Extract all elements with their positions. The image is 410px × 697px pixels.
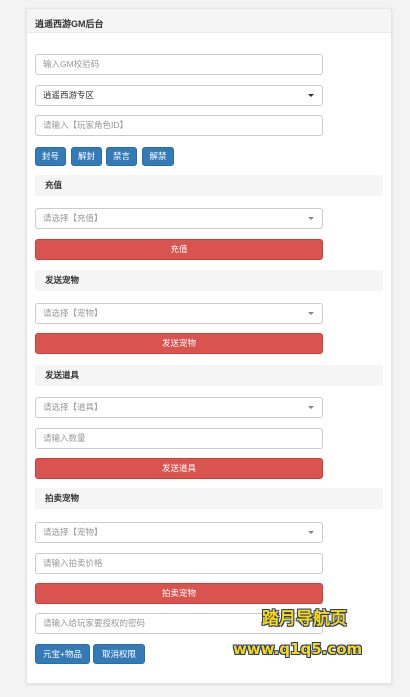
auction-pet-select[interactable]: 请选择【宠物】 xyxy=(35,522,323,543)
unmute-button[interactable]: 解禁 xyxy=(142,147,174,166)
mute-button[interactable]: 禁言 xyxy=(106,147,137,166)
recharge-select-placeholder: 请选择【充值】 xyxy=(43,213,103,223)
send-item-select[interactable]: 请选择【道具】 xyxy=(35,397,323,418)
recharge-button[interactable]: 充值 xyxy=(35,239,323,260)
auction-price-input[interactable]: 请输入拍卖价格 xyxy=(35,553,323,574)
recharge-select[interactable]: 请选择【充值】 xyxy=(35,208,323,229)
unban-button[interactable]: 解封 xyxy=(71,147,102,166)
recharge-section-title: 充值 xyxy=(35,175,383,196)
zone-select[interactable]: 逍遥西游专区 xyxy=(35,85,323,106)
auction-pet-section-title: 拍卖宠物 xyxy=(35,488,383,509)
chevron-down-icon xyxy=(308,217,314,220)
chevron-down-icon xyxy=(308,406,314,409)
panel-title: 逍遥西游GM后台 xyxy=(27,9,391,33)
send-pet-button[interactable]: 发送宠物 xyxy=(35,333,323,354)
chevron-down-icon xyxy=(308,94,314,97)
zone-select-value: 逍遥西游专区 xyxy=(43,90,95,100)
gm-panel: 逍遥西游GM后台 输入GM校验码 逍遥西游专区 请输入【玩家角色ID】 封号 解… xyxy=(26,8,392,684)
send-item-button[interactable]: 发送道具 xyxy=(35,458,323,479)
auction-pet-button[interactable]: 拍卖宠物 xyxy=(35,583,323,604)
send-item-select-placeholder: 请选择【道具】 xyxy=(43,402,103,412)
auction-pet-select-placeholder: 请选择【宠物】 xyxy=(43,527,103,537)
send-item-section-title: 发送道具 xyxy=(35,365,383,386)
gold-items-button[interactable]: 元宝+物品 xyxy=(35,644,90,664)
watermark-url: www.q1q5.com xyxy=(233,640,363,658)
quantity-input[interactable]: 请输入数量 xyxy=(35,428,323,449)
gm-code-input[interactable]: 输入GM校验码 xyxy=(35,54,323,75)
chevron-down-icon xyxy=(308,531,314,534)
watermark-title: 踏月导航页 xyxy=(262,609,347,629)
send-pet-select-placeholder: 请选择【宠物】 xyxy=(43,308,103,318)
chevron-down-icon xyxy=(308,312,314,315)
revoke-permission-button[interactable]: 取消权限 xyxy=(93,644,145,664)
role-id-input[interactable]: 请输入【玩家角色ID】 xyxy=(35,115,323,136)
send-pet-select[interactable]: 请选择【宠物】 xyxy=(35,303,323,324)
ban-button[interactable]: 封号 xyxy=(35,147,66,166)
send-pet-section-title: 发送宠物 xyxy=(35,270,383,291)
